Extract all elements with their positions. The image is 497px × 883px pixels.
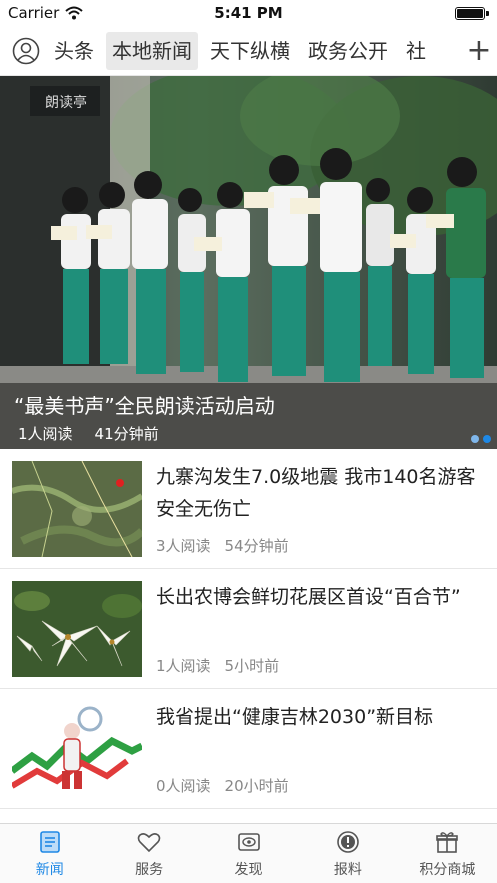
hero-title: “最美书声”全民朗读活动启动 [14,394,275,418]
tab-bar-label: 新闻 [35,861,64,878]
news-timestamp: 5小时前 [224,657,280,675]
status-left: Carrier [8,4,83,22]
news-read-count: 0人阅读 [156,777,211,795]
carousel-indicator[interactable] [471,435,491,443]
news-item[interactable]: 长出农博会鲜切花展区首设“百合节” 1人阅读 5小时前 [0,569,497,689]
news-read-count: 3人阅读 [156,537,211,555]
news-thumbnail-map [12,461,142,557]
news-title: 长出农博会鲜切花展区首设“百合节” [156,586,461,608]
hero-timestamp: 41分钟前 [94,425,159,443]
news-read-count: 1人阅读 [156,657,211,675]
news-title: 九寨沟发生7.0级地震 我市140名游客安全无伤亡 [156,466,476,520]
tab-bar-news[interactable]: 新闻 [0,824,99,883]
news-thumbnail-health [12,701,142,797]
news-timestamp: 20小时前 [224,777,289,795]
news-list: 九寨沟发生7.0级地震 我市140名游客安全无伤亡 3人阅读 54分钟前 长出农… [0,449,497,809]
add-channel-icon[interactable]: + [461,26,497,76]
carousel-dot-active[interactable] [483,435,491,443]
news-meta: 1人阅读 5小时前 [156,655,485,676]
tab-bar-report[interactable]: 报料 [298,824,397,883]
hero-caption: “最美书声”全民朗读活动启动 1人阅读 41分钟前 [0,383,497,449]
wifi-icon [65,6,83,20]
status-bar: Carrier 5:41 PM [0,0,497,26]
tab-headlines[interactable]: 头条 [48,32,100,70]
tab-society[interactable]: 社 [400,32,432,70]
tab-bar-label: 服务 [135,861,164,878]
tab-bar-label: 报料 [333,861,362,878]
tab-local-news[interactable]: 本地新闻 [106,31,198,70]
news-meta: 3人阅读 54分钟前 [156,535,485,556]
tab-world[interactable]: 天下纵横 [204,32,296,70]
hero-read-count: 1人阅读 [18,425,73,443]
tab-government[interactable]: 政务公开 [302,32,394,70]
tab-bar-discover[interactable]: 发现 [199,824,298,883]
tab-bar-label: 积分商城 [419,861,476,878]
battery-icon [455,6,489,20]
channel-nav: 头条 本地新闻 天下纵横 政务公开 社 + [0,26,497,76]
user-avatar-icon[interactable] [12,37,40,65]
eye-icon [237,832,260,851]
news-item[interactable]: 九寨沟发生7.0级地震 我市140名游客安全无伤亡 3人阅读 54分钟前 [0,449,497,569]
reading-booth-sign: 朗读亭 [45,94,87,111]
news-timestamp: 54分钟前 [224,537,289,555]
carousel-dot[interactable] [471,435,479,443]
gift-icon [436,831,459,853]
news-title: 我省提出“健康吉林2030”新目标 [156,706,434,728]
tab-bar-points-mall[interactable]: 积分商城 [398,824,497,883]
tab-bar-label: 发现 [234,861,263,878]
bottom-tab-bar: 新闻 服务 发现 报料 积分商城 [0,823,497,883]
carrier-label: Carrier [8,4,60,22]
hero-carousel[interactable]: 朗读亭 “最美书声”全民朗读活动启动 1人阅读 41分钟前 [0,76,497,449]
alert-icon [337,830,359,853]
news-body: 我省提出“健康吉林2030”新目标 0人阅读 20小时前 [156,701,485,796]
heart-icon [137,832,161,852]
news-meta: 0人阅读 20小时前 [156,775,485,796]
news-body: 九寨沟发生7.0级地震 我市140名游客安全无伤亡 3人阅读 54分钟前 [156,461,485,556]
news-thumbnail-lilies [12,581,142,677]
news-body: 长出农博会鲜切花展区首设“百合节” 1人阅读 5小时前 [156,581,485,676]
news-icon [39,830,60,853]
channel-tabs: 头条 本地新闻 天下纵横 政务公开 社 [48,26,461,76]
news-item[interactable]: 我省提出“健康吉林2030”新目标 0人阅读 20小时前 [0,689,497,809]
hero-meta: 1人阅读 41分钟前 [14,423,483,444]
tab-bar-service[interactable]: 服务 [99,824,198,883]
